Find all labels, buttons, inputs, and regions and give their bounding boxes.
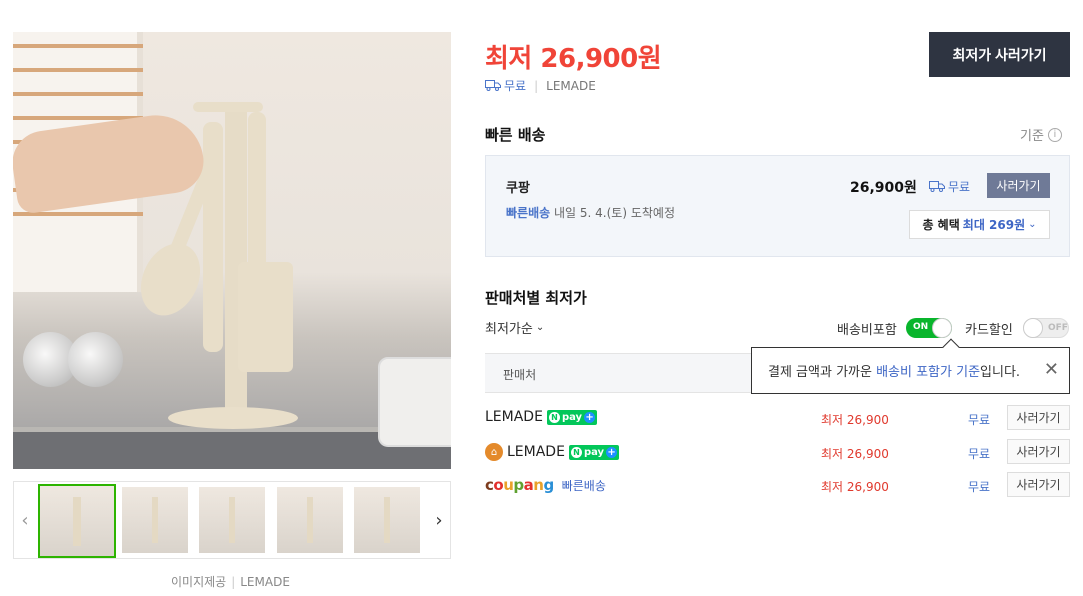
shipping-toggle-state: ON	[913, 322, 929, 332]
seller-name: LEMADE	[485, 409, 543, 425]
seller-row: coupang 빠른배송 최저 26,900 무료 사러가기	[485, 472, 1070, 500]
seller-cell[interactable]: coupang 빠른배송	[485, 476, 606, 494]
seller-row: LEMADE Npay + 최저 26,900 무료 사러가기	[485, 405, 1070, 433]
fast-buy-button[interactable]: 사러가기	[987, 173, 1050, 198]
seller-name: LEMADE	[546, 78, 596, 93]
sort-dropdown[interactable]: 최저가순 ⌄	[485, 318, 544, 337]
fast-shipping: 무료	[929, 178, 970, 195]
truck-icon	[929, 181, 945, 192]
eta-text: 내일 5. 4.(토) 도착예정	[554, 206, 675, 220]
fast-delivery-eta: 빠른배송 내일 5. 4.(토) 도착예정	[506, 204, 675, 221]
row-buy-button[interactable]: 사러가기	[1007, 439, 1070, 464]
column-seller: 판매처	[503, 368, 537, 382]
benefit-dropdown[interactable]: 총 혜택 최대 269원 ⌄	[909, 210, 1050, 239]
lowest-price: 최저 26,900원	[485, 44, 662, 74]
standard-label: 기준	[1020, 129, 1044, 144]
shipping-toggle[interactable]: ON	[906, 318, 952, 338]
image-credit: 이미지제공 | LEMADE	[171, 575, 290, 589]
row-price: 최저 26,900	[821, 480, 889, 494]
rocket-delivery-badge: 빠른배송	[561, 478, 606, 493]
image-credit-source: LEMADE	[240, 575, 290, 589]
info-icon: i	[1047, 127, 1062, 142]
chevron-down-icon: ⌄	[535, 322, 545, 333]
thumbnail-3[interactable]	[199, 487, 265, 553]
fast-badge: 빠른배송	[506, 206, 551, 220]
pot-image	[378, 357, 451, 447]
shipping-toggle-label: 배송비포함	[837, 323, 897, 338]
truck-icon	[485, 80, 501, 91]
fast-delivery-title: 빠른 배송	[485, 126, 546, 144]
tooltip-text-post: 입니다.	[980, 365, 1021, 380]
benefit-lead: 총 혜택	[922, 218, 960, 232]
row-price: 최저 26,900	[821, 447, 889, 461]
fast-store-name: 쿠팡	[506, 181, 530, 196]
npay-badge: Npay +	[546, 409, 598, 425]
row-shipping: 무료	[968, 447, 991, 461]
coupang-logo: coupang	[485, 476, 554, 494]
seller-name: LEMADE	[507, 444, 565, 460]
card-toggle-state: OFF	[1048, 323, 1068, 333]
chevron-left-icon: ‹	[21, 509, 29, 531]
npay-badge: Npay +	[568, 444, 620, 460]
thumbnail-4[interactable]	[277, 487, 343, 553]
thumbnail-2[interactable]	[122, 487, 188, 553]
thumbnail-5[interactable]	[354, 487, 420, 553]
thumbnail-next-button[interactable]: ›	[428, 482, 450, 558]
thumbnail-strip: ‹ ›	[13, 481, 451, 559]
shipping-free: 무료	[504, 79, 527, 93]
buy-lowest-button[interactable]: 최저가 사러가기	[929, 32, 1070, 77]
fast-shipping-label: 무료	[948, 180, 971, 194]
seller-cell[interactable]: LEMADE Npay +	[485, 409, 598, 425]
chevron-right-icon: ›	[435, 509, 443, 531]
benefit-value: 최대 269원	[962, 218, 1026, 232]
seller-row: ⌂ LEMADE Npay + 최저 26,900 무료 사러가기	[485, 439, 1070, 467]
card-toggle[interactable]: OFF	[1023, 318, 1069, 338]
row-shipping: 무료	[968, 480, 991, 494]
seller-cell[interactable]: ⌂ LEMADE Npay +	[485, 443, 620, 461]
product-main-image[interactable]	[13, 32, 451, 469]
sort-label: 최저가순	[485, 322, 533, 337]
tooltip-text-pre: 결제 금액과 가까운	[768, 365, 877, 380]
row-price: 최저 26,900	[821, 413, 889, 427]
standard-info[interactable]: 기준 i	[1020, 125, 1062, 144]
row-shipping: 무료	[968, 413, 991, 427]
chevron-down-icon: ⌄	[1028, 219, 1037, 230]
store-home-icon: ⌂	[485, 443, 503, 461]
thumbnail-1[interactable]	[38, 484, 116, 558]
shipping-info: 무료 | LEMADE	[485, 77, 596, 94]
tooltip-text-highlight: 배송비 포함가 기준	[876, 365, 981, 380]
close-icon[interactable]: ✕	[1044, 359, 1059, 380]
fast-delivery-card: 쿠팡 빠른배송 내일 5. 4.(토) 도착예정 26,900원 무료 사러가기…	[485, 155, 1070, 257]
thumbnail-prev-button[interactable]: ‹	[14, 482, 36, 558]
row-buy-button[interactable]: 사러가기	[1007, 472, 1070, 497]
shipping-tooltip: 결제 금액과 가까운 배송비 포함가 기준 입니다. ✕	[751, 338, 1070, 394]
image-credit-label: 이미지제공	[171, 575, 227, 589]
card-toggle-label: 카드할인	[965, 323, 1013, 338]
sellers-title: 판매처별 최저가	[485, 289, 587, 307]
fast-price: 26,900원	[850, 180, 917, 196]
row-buy-button[interactable]: 사러가기	[1007, 405, 1070, 430]
